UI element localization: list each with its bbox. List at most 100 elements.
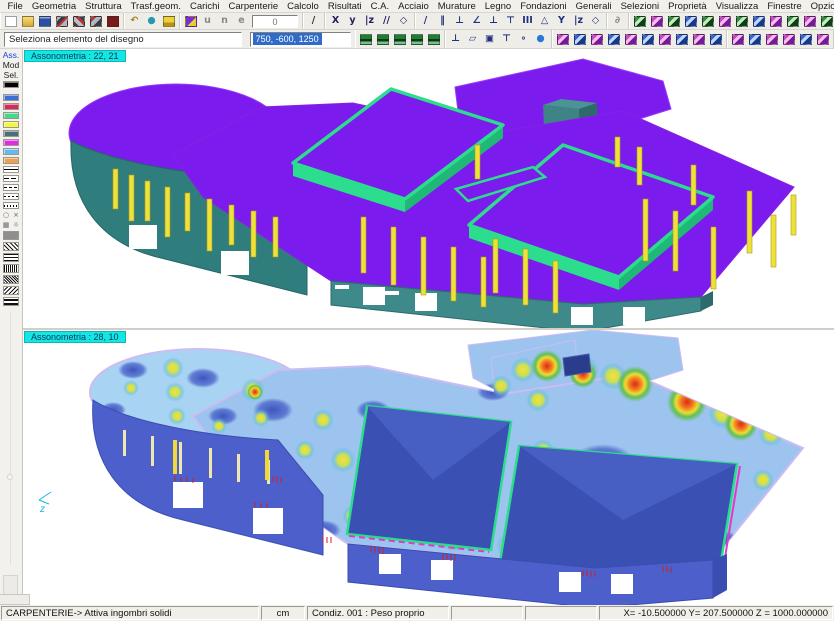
structure-tool-8-icon[interactable] — [751, 14, 767, 28]
line-style-dash-medium[interactable] — [3, 184, 19, 191]
line-style-dash-dense[interactable] — [3, 202, 19, 209]
snap-extension-icon[interactable]: ⊤ — [503, 14, 519, 28]
menu-risultati[interactable]: Risultati — [323, 1, 366, 12]
menu-struttura[interactable]: Struttura — [81, 1, 126, 12]
mesh-tool-7-icon[interactable] — [657, 32, 673, 46]
structure-tool-7-icon[interactable] — [734, 14, 750, 28]
mesh-tool-1-icon[interactable] — [555, 32, 571, 46]
mesh-tool-8-icon[interactable] — [674, 32, 690, 46]
view-tool-1-icon[interactable] — [358, 32, 374, 46]
snap-y-icon[interactable]: Y — [554, 14, 570, 28]
menu-fondazioni[interactable]: Fondazioni — [516, 1, 571, 12]
sketch-icon[interactable]: ▱ — [465, 32, 481, 46]
draw-line-icon[interactable]: / — [306, 14, 322, 28]
menu-legno[interactable]: Legno — [480, 1, 515, 12]
undo-icon[interactable]: ↶ — [127, 14, 143, 28]
structure-tool-3-icon[interactable] — [666, 14, 682, 28]
snap-angle-icon[interactable]: ∠ — [469, 14, 485, 28]
fill-pattern-diagonal-2[interactable] — [3, 286, 19, 295]
structure-tool-4-icon[interactable] — [683, 14, 699, 28]
structure-tool-9-icon[interactable] — [768, 14, 784, 28]
mesh-tool-9-icon[interactable] — [691, 32, 707, 46]
model-viewport-top[interactable]: Assonometria : 22, 21 — [23, 49, 834, 330]
select-tool-4-icon[interactable] — [781, 32, 797, 46]
color-swatch-7[interactable] — [3, 148, 19, 155]
menu-c-a[interactable]: C.A. — [366, 1, 393, 12]
fill-pattern-checker[interactable] — [3, 297, 19, 306]
snap-midpoint-icon[interactable]: ⊥ — [486, 14, 502, 28]
select-tool-2-icon[interactable] — [747, 32, 763, 46]
menu-selezioni[interactable]: Selezioni — [616, 1, 664, 12]
archive-3-icon[interactable] — [88, 14, 104, 28]
menu-propriet[interactable]: Proprietà — [664, 1, 712, 12]
mesh-tool-3-icon[interactable] — [589, 32, 605, 46]
probe-icon[interactable]: ⊤ — [499, 32, 515, 46]
menu-finestre[interactable]: Finestre — [763, 1, 806, 12]
color-swatch-4[interactable] — [3, 121, 19, 128]
prompt-field[interactable]: Seleziona elemento del disegno — [4, 32, 242, 47]
grid-marker-icon[interactable]: ▦ — [2, 221, 10, 229]
snap-z-icon[interactable]: |z — [571, 14, 587, 28]
archive-1-icon[interactable] — [54, 14, 70, 28]
view-tool-5-icon[interactable] — [426, 32, 442, 46]
fill-pattern-cross-heavy[interactable] — [3, 253, 19, 262]
menu-murature[interactable]: Murature — [433, 1, 480, 12]
mesh-tool-10-icon[interactable] — [708, 32, 724, 46]
structure-tool-5-icon[interactable] — [700, 14, 716, 28]
menu-carpenterie[interactable]: Carpenterie — [224, 1, 283, 12]
sun-marker-icon[interactable]: ☼ — [12, 221, 20, 229]
menu-opzioni[interactable]: Opzioni — [806, 1, 834, 12]
mesh-tool-4-icon[interactable] — [606, 32, 622, 46]
select-tool-1-icon[interactable] — [730, 32, 746, 46]
structure-tool-1-icon[interactable] — [632, 14, 648, 28]
solid-model-canvas[interactable] — [23, 49, 834, 328]
fill-pattern-solid-gray[interactable] — [3, 231, 19, 240]
view-tool-2-icon[interactable] — [375, 32, 391, 46]
menu-visualizza[interactable]: Visualizza — [711, 1, 763, 12]
x-marker-icon[interactable]: × — [12, 211, 20, 219]
menu-generali[interactable]: Generali — [571, 1, 616, 12]
new-file-icon[interactable] — [3, 14, 19, 28]
color-swatch-2[interactable] — [3, 103, 19, 110]
line-style-dash-long[interactable] — [3, 175, 19, 182]
sidebar-tab-ass[interactable]: Ass. — [3, 50, 20, 60]
link-icon[interactable]: ∂ — [610, 14, 626, 28]
color-swatch-1[interactable] — [3, 94, 19, 101]
structure-tool-12-icon[interactable] — [819, 14, 834, 28]
z-constraint-icon[interactable]: |z — [362, 14, 378, 28]
mesh-tool-5-icon[interactable] — [623, 32, 639, 46]
menu-acciaio[interactable]: Acciaio — [394, 1, 434, 12]
snap-triangle-icon[interactable]: △ — [537, 14, 553, 28]
menu-calcolo[interactable]: Calcolo — [283, 1, 324, 12]
axis-origin-icon[interactable]: ⊥ — [448, 32, 464, 46]
e-button[interactable]: e — [234, 14, 250, 28]
structure-tool-10-icon[interactable] — [785, 14, 801, 28]
contour-model-canvas[interactable]: z — [23, 330, 834, 605]
materials-icon[interactable] — [105, 14, 121, 28]
structure-tool-11-icon[interactable] — [802, 14, 818, 28]
color-swatch-5[interactable] — [3, 130, 19, 137]
x-constraint-icon[interactable]: X — [328, 14, 344, 28]
open-folder-icon[interactable] — [20, 14, 36, 28]
coordinate-input[interactable]: 750, -600, 1250 — [250, 32, 351, 47]
n-button[interactable]: n — [217, 14, 233, 28]
menu-carichi[interactable]: Carichi — [185, 1, 224, 12]
snap-line-icon[interactable]: / — [418, 14, 434, 28]
color-swatch-8[interactable] — [3, 157, 19, 164]
y-constraint-icon[interactable]: y — [345, 14, 361, 28]
select-tool-6-icon[interactable] — [815, 32, 831, 46]
line-style-dash-short[interactable] — [3, 193, 19, 200]
table-icon[interactable]: ▣ — [482, 32, 498, 46]
snap-triple-icon[interactable]: III — [520, 14, 536, 28]
color-swatch-6[interactable] — [3, 139, 19, 146]
color-swatch-3[interactable] — [3, 112, 19, 119]
sidebar-tab-mod[interactable]: Mod — [3, 60, 20, 70]
solid-cube-icon[interactable] — [183, 14, 199, 28]
select-tool-3-icon[interactable] — [764, 32, 780, 46]
view-tool-4-icon[interactable] — [409, 32, 425, 46]
archive-2-icon[interactable] — [71, 14, 87, 28]
snap-poly-icon[interactable]: ◇ — [588, 14, 604, 28]
fill-pattern-cross-dense[interactable] — [3, 275, 19, 284]
structure-tool-6-icon[interactable] — [717, 14, 733, 28]
sidebar-tab-sel[interactable]: Sel. — [4, 70, 19, 80]
